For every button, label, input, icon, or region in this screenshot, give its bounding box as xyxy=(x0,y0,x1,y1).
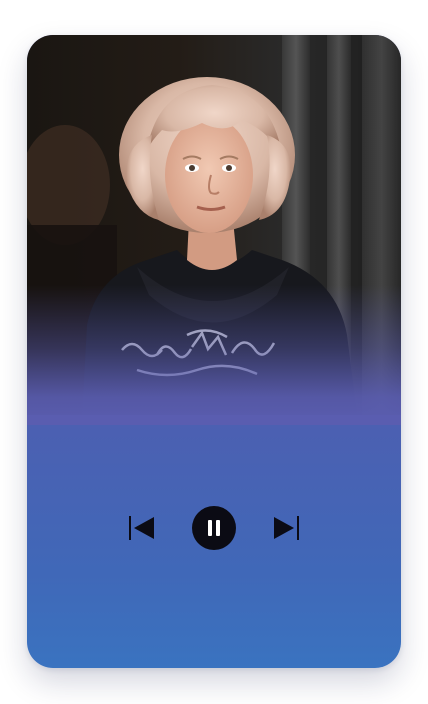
skip-next-icon xyxy=(274,516,299,540)
artwork-fade-overlay xyxy=(27,285,401,425)
next-track-button[interactable] xyxy=(270,512,302,544)
playback-controls xyxy=(27,505,401,551)
pause-button[interactable] xyxy=(192,506,236,550)
skip-previous-icon xyxy=(129,516,154,540)
pause-icon xyxy=(208,520,220,536)
previous-track-button[interactable] xyxy=(126,512,158,544)
music-player-card xyxy=(27,35,401,668)
